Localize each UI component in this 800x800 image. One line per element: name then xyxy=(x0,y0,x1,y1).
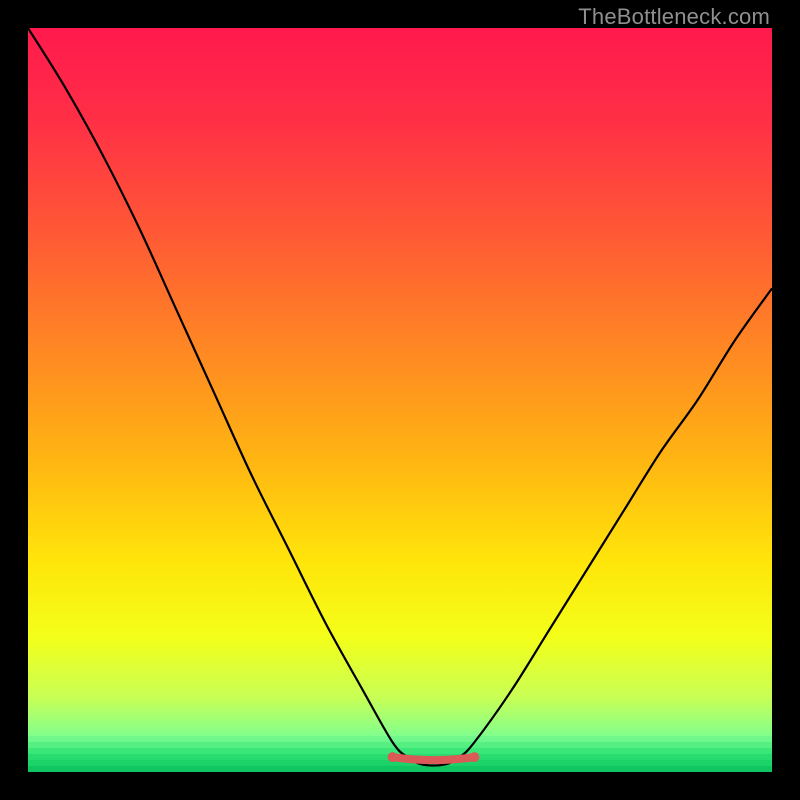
watermark-text: TheBottleneck.com xyxy=(578,4,770,30)
flat-region-start-dot xyxy=(388,752,398,762)
flat-region-highlight xyxy=(393,757,475,760)
flat-region-end-dot xyxy=(469,752,479,762)
gradient-background xyxy=(28,28,772,772)
floor-bands xyxy=(28,736,772,772)
chart-frame xyxy=(28,28,772,772)
bottleneck-plot xyxy=(28,28,772,772)
